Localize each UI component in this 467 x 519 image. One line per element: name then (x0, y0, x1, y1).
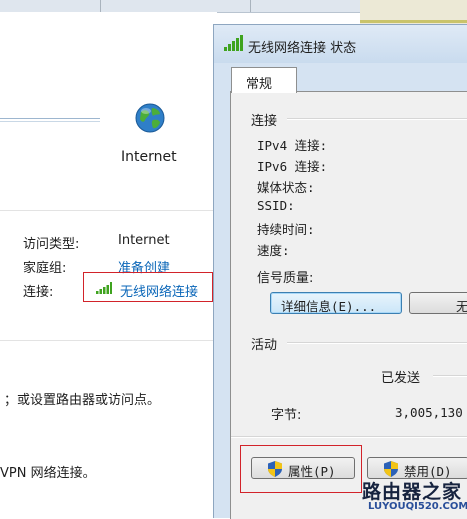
watermark-logo: 路由器之家 (362, 481, 463, 503)
network-map-line (0, 118, 100, 119)
bytes-label: 字节: (271, 408, 302, 423)
connection-section-label: 连接 (251, 114, 278, 129)
activity-section-label: 活动 (251, 338, 278, 353)
ipv4-connectivity-label: IPv4 连接: (257, 138, 328, 153)
internet-label: Internet (121, 149, 177, 165)
tab-general-label: 常规 (246, 77, 273, 92)
tab-general[interactable]: 常规 (231, 67, 297, 93)
access-type-value: Internet (118, 233, 170, 248)
connection-label: 连接: (23, 285, 54, 300)
uac-shield-icon (384, 461, 398, 477)
setup-router-text[interactable]: ；或设置路由器或访问点。 (4, 389, 160, 408)
wireless-signal-icon (224, 35, 243, 51)
wireless-status-dialog: 无线网络连接 状态 常规 连接 IPv4 连接: IPv6 连接: 媒体状态: … (213, 24, 467, 519)
disable-button[interactable]: 禁用(D) (367, 457, 467, 479)
homegroup-label: 家庭组: (23, 261, 67, 276)
highlight-box (240, 445, 362, 493)
activity-divider (433, 375, 467, 377)
speed-label: 速度: (257, 243, 290, 258)
separator (0, 340, 217, 341)
desktop-background (360, 0, 467, 26)
highlight-box (83, 272, 213, 302)
dialog-title: 无线网络连接 状态 (248, 41, 357, 56)
access-type-label: 访问类型: (23, 237, 80, 252)
section-divider (287, 342, 467, 344)
section-divider (287, 118, 467, 120)
internet-globe-icon[interactable] (134, 102, 166, 134)
details-button[interactable]: 详细信息(E)... (270, 292, 402, 314)
watermark-url: LUYOUQI520.COM (368, 501, 467, 512)
bytes-sent-value: 3,005,130 (395, 405, 463, 420)
ssid-label: SSID: (257, 198, 295, 213)
panel-divider (231, 436, 467, 438)
media-state-label: 媒体状态: (257, 180, 315, 195)
sent-label: 已发送 (381, 371, 421, 386)
wireless-properties-button[interactable]: 无 (409, 292, 467, 314)
signal-quality-label: 信号质量: (257, 271, 314, 286)
separator (0, 210, 217, 211)
ipv6-connectivity-label: IPv6 连接: (257, 159, 328, 174)
dialog-titlebar[interactable]: 无线网络连接 状态 (214, 25, 467, 63)
duration-label: 持续时间: (257, 222, 315, 237)
network-map-line-2 (0, 121, 100, 122)
vpn-connection-text[interactable]: VPN 网络连接。 (0, 462, 96, 481)
